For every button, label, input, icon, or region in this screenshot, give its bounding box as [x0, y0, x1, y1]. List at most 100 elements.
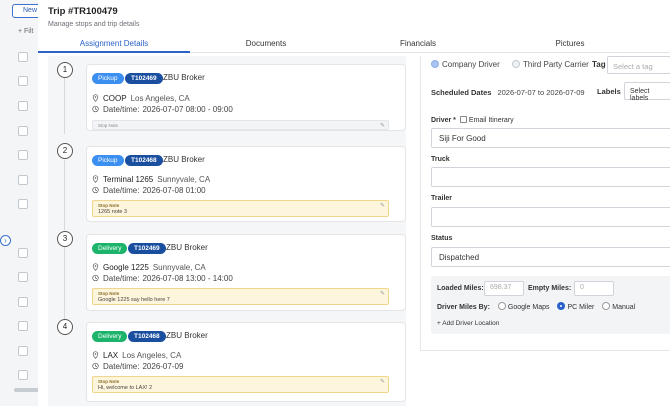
broker-name: ZBU Broker [163, 73, 205, 82]
trip-code-badge: T102468 [128, 331, 166, 342]
stop-location: Google 1225 Sunnyvale, CA [103, 263, 206, 272]
background-page: New + Filt › [0, 0, 42, 406]
scheduled-dates-label: Scheduled Dates [431, 88, 492, 97]
row-checkbox[interactable] [18, 199, 28, 209]
stops-list: 1 Pickup T102469 ZBU Broker COOP Los Ange… [48, 56, 406, 406]
pc-miler-radio[interactable]: PC Miler [551, 302, 594, 311]
trip-modal: Trip #TR100479 Manage stops and trip det… [38, 0, 670, 406]
row-checkbox[interactable] [18, 346, 28, 356]
edit-pencil-icon[interactable]: ✎ [380, 122, 385, 129]
row-checkbox[interactable] [18, 52, 28, 62]
driver-select[interactable]: Siji For Good [431, 128, 670, 148]
stop-note[interactable]: Stop Note ✎ [92, 120, 389, 130]
radio-indicator [497, 302, 506, 310]
row-checkbox[interactable] [18, 297, 28, 307]
driver-label: Driver * [431, 117, 456, 124]
clock-icon [92, 186, 99, 194]
filter-button[interactable]: + Filt [18, 28, 33, 35]
row-checkbox[interactable] [18, 126, 28, 136]
tag-label: Tag [592, 60, 606, 69]
stop-location: COOP Los Angeles, CA [103, 94, 190, 103]
stop-type-badge: Pickup [92, 73, 124, 84]
edit-pencil-icon[interactable]: ✎ [380, 290, 385, 297]
driver-miles-by: Driver Miles By: Google Maps PC Miler Ma… [437, 302, 635, 311]
company-driver-radio[interactable]: Company Driver [431, 60, 500, 69]
row-checkbox[interactable] [18, 321, 28, 331]
trip-code-badge: T102469 [128, 243, 166, 254]
stop-datetime: Date/time: 2026-07-08 13:00 - 14:00 [103, 274, 233, 283]
row-checkbox[interactable] [18, 76, 28, 86]
stop-note[interactable]: Stop Note Google 1225 say hello here 7 ✎ [92, 288, 389, 305]
truck-select[interactable] [431, 167, 670, 187]
stop-card[interactable]: Delivery T102469 ZBU Broker Google 1225 S… [86, 234, 406, 311]
stop-note-label: Stop Note [98, 203, 120, 208]
email-itinerary-checkbox[interactable] [459, 116, 467, 123]
location-pin-icon [92, 263, 99, 271]
labels-select[interactable]: Select labels [624, 82, 670, 102]
row-checkbox[interactable] [18, 150, 28, 160]
horizontal-scrollbar[interactable] [14, 388, 40, 392]
stop-note-text: 1265 note 3 [98, 209, 128, 215]
tab-financials[interactable]: Financials [342, 39, 494, 48]
stop-note-text: Hi, welcome to LAX! 2 [98, 385, 153, 391]
stop-number: 3 [57, 231, 73, 247]
status-label: Status [431, 235, 453, 242]
edit-pencil-icon[interactable]: ✎ [380, 378, 385, 385]
empty-miles-input[interactable]: 0 [574, 281, 614, 296]
manual-radio[interactable]: Manual [596, 302, 635, 311]
datetime-value: 2026-07-07 08:00 - 09:00 [142, 105, 233, 114]
driver-type-selector: Company Driver Third Party Carrier [431, 60, 589, 69]
datetime-label: Date/time: [103, 105, 140, 114]
empty-miles-label: Empty Miles: [528, 285, 572, 292]
broker-name: ZBU Broker [163, 155, 205, 164]
location-pin-icon [92, 351, 99, 359]
status-select[interactable]: Dispatched [431, 247, 670, 267]
trip-code-badge: T102469 [125, 73, 163, 84]
radio-label: Third Party Carrier [523, 60, 589, 69]
timeline-connector [64, 160, 65, 230]
timeline-connector [64, 78, 65, 134]
stop-card[interactable]: Pickup T102469 ZBU Broker COOP Los Angele… [86, 64, 406, 131]
clock-icon [92, 274, 99, 282]
expand-chevron-icon[interactable]: › [0, 235, 11, 246]
modal-title: Trip #TR100479 [48, 6, 118, 17]
stop-note[interactable]: Stop Note 1265 note 3 ✎ [92, 200, 389, 217]
row-checkbox[interactable] [18, 175, 28, 185]
row-checkbox[interactable] [18, 101, 28, 111]
stop-datetime: Date/time: 2026-07-07 08:00 - 09:00 [103, 105, 233, 114]
location-city: Sunnyvale, CA [157, 175, 211, 184]
stop-datetime: Date/time: 2026-07-09 [103, 362, 183, 371]
stop-note[interactable]: Stop Note Hi, welcome to LAX! 2 ✎ [92, 376, 389, 393]
driver-field-label: Driver * Email Itinerary [431, 116, 514, 124]
add-driver-location-link[interactable]: + Add Driver Location [437, 320, 499, 327]
loaded-miles-input[interactable]: 698.37 [484, 281, 524, 296]
tab-pictures[interactable]: Pictures [494, 39, 646, 48]
stop-number: 4 [57, 319, 73, 335]
row-checkbox[interactable] [18, 370, 28, 380]
row-checkbox[interactable] [18, 272, 28, 282]
scheduled-dates: Scheduled Dates 2026-07-07 to 2026-07-09 [431, 88, 585, 97]
tab-assignment-details[interactable]: Assignment Details [38, 39, 190, 48]
stop-type-badge: Delivery [92, 331, 128, 342]
row-checkbox[interactable] [18, 248, 28, 258]
location-city: Los Angeles, CA [122, 351, 182, 360]
tab-documents[interactable]: Documents [190, 39, 342, 48]
edit-pencil-icon[interactable]: ✎ [380, 202, 385, 209]
trailer-label: Trailer [431, 195, 453, 202]
stop-location: Terminal 1265 Sunnyvale, CA [103, 175, 210, 184]
stop-number: 2 [57, 143, 73, 159]
location-city: Sunnyvale, CA [152, 263, 206, 272]
stop-location: LAX Los Angeles, CA [103, 351, 181, 360]
location-pin-icon [92, 175, 99, 183]
clock-icon [92, 105, 99, 113]
third-party-carrier-radio[interactable]: Third Party Carrier [512, 60, 589, 69]
truck-label: Truck [431, 156, 450, 163]
trailer-select[interactable] [431, 207, 670, 227]
stop-card[interactable]: Delivery T102468 ZBU Broker LAX Los Angel… [86, 322, 406, 402]
radio-label: Google Maps [507, 304, 550, 311]
datetime-value: 2026-07-08 01:00 [142, 186, 206, 195]
radio-indicator [512, 60, 521, 68]
tag-select[interactable]: Select a tag [607, 56, 670, 74]
google-maps-radio[interactable]: Google Maps [492, 302, 550, 311]
stop-card[interactable]: Pickup T102468 ZBU Broker Terminal 1265 S… [86, 146, 406, 222]
